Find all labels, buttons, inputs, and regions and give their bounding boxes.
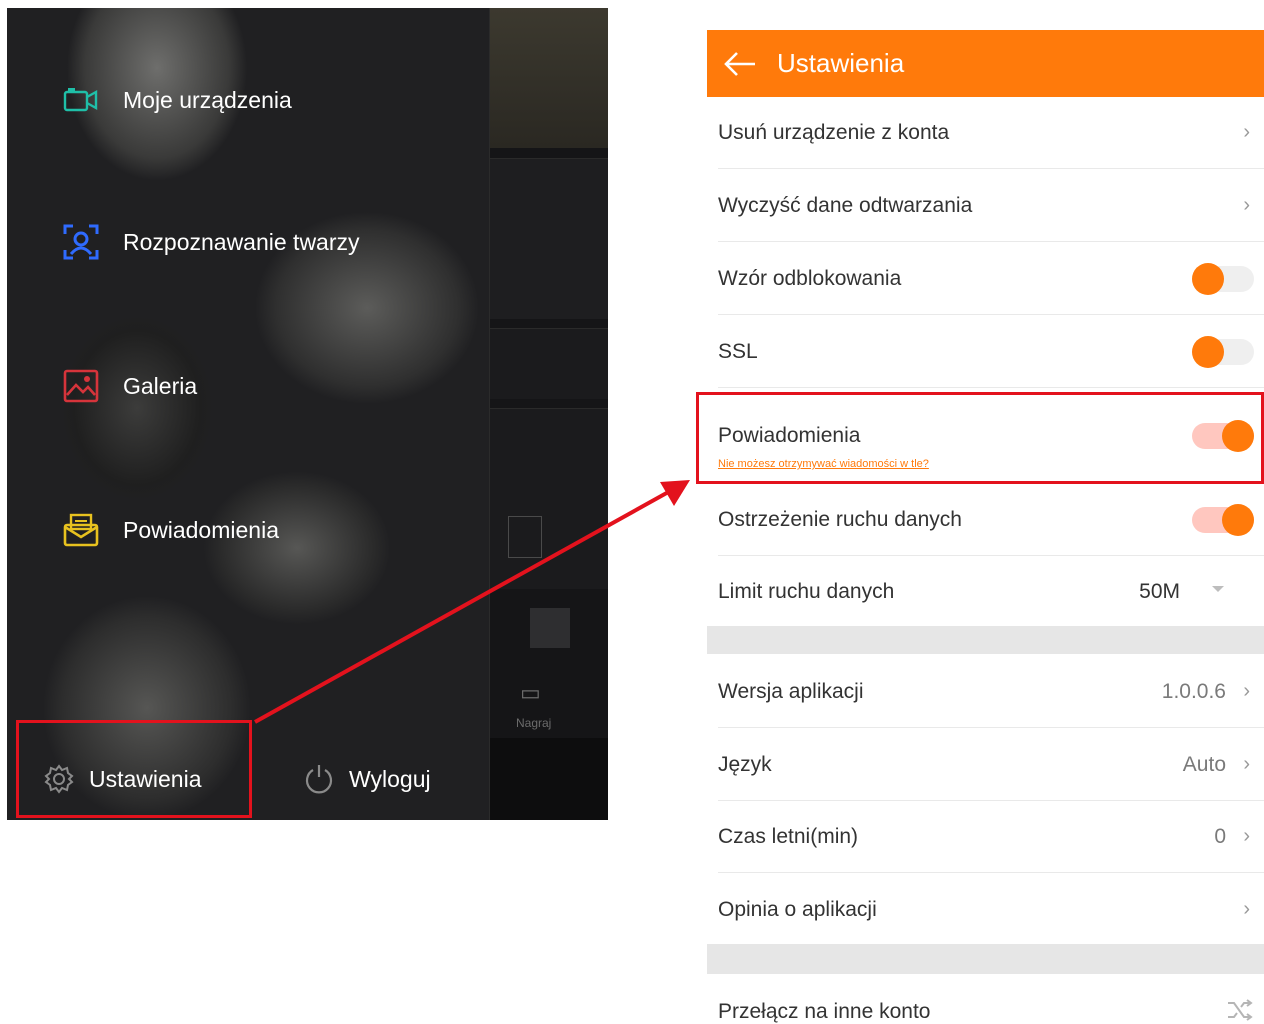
background-app-panel: ▭ Nagraj <box>489 8 608 820</box>
drawer-item-label: Rozpoznawanie twarzy <box>123 228 360 255</box>
record-icon: ▭ <box>520 680 541 705</box>
setting-row-unlock-pattern: Wzór odblokowania <box>718 243 1264 315</box>
navigation-drawer: ▭ Nagraj Moje urządzenia Rozpoznawanie t… <box>7 8 608 820</box>
settings-highlight-box <box>16 720 252 818</box>
data-limit-value: 50M <box>1139 580 1180 603</box>
setting-label: Wersja aplikacji <box>718 680 864 703</box>
drawer-item-gallery[interactable]: Galeria <box>63 368 197 404</box>
gallery-icon <box>63 368 99 404</box>
app-bar: Ustawienia <box>707 30 1264 97</box>
setting-row-language[interactable]: Język Auto › <box>718 729 1264 801</box>
chevron-right-icon: › <box>1243 121 1250 143</box>
page-title: Ustawienia <box>777 48 905 78</box>
drawer-item-notifications[interactable]: Powiadomienia <box>63 512 279 548</box>
camera-thumbnail <box>490 8 608 148</box>
chevron-right-icon: › <box>1243 194 1250 216</box>
ssl-toggle[interactable] <box>1192 336 1254 368</box>
app-version-value: 1.0.0.6 <box>1161 680 1226 703</box>
record-label: Nagraj <box>516 716 552 730</box>
unlock-pattern-toggle[interactable] <box>1192 263 1254 295</box>
section-divider <box>707 944 1264 974</box>
setting-label: Język <box>718 753 772 776</box>
drawer-item-my-devices[interactable]: Moje urządzenia <box>63 82 292 118</box>
bottom-bar <box>490 738 608 820</box>
drawer-item-label: Moje urządzenia <box>123 86 292 113</box>
section-divider <box>707 626 1264 654</box>
drawer-item-label: Powiadomienia <box>123 516 279 543</box>
power-icon <box>303 763 335 795</box>
back-arrow-icon[interactable] <box>723 49 757 79</box>
setting-label: Czas letni(min) <box>718 825 859 848</box>
setting-label: Opinia o aplikacji <box>718 898 877 921</box>
setting-row-clear-playback[interactable]: Wyczyść dane odtwarzania › <box>718 170 1264 242</box>
face-scan-icon <box>63 224 99 260</box>
camera-thumbnail <box>490 158 608 319</box>
chevron-right-icon: › <box>1243 753 1250 775</box>
setting-row-app-version[interactable]: Wersja aplikacji 1.0.0.6 › <box>718 656 1264 728</box>
shuffle-icon <box>1226 998 1254 1024</box>
setting-row-ssl: SSL <box>718 316 1264 388</box>
snapshot-icon <box>508 516 542 558</box>
camera-icon <box>63 82 99 118</box>
setting-label: Usuń urządzenie z konta <box>718 121 950 144</box>
setting-label: Przełącz na inne konto <box>718 1000 931 1023</box>
setting-row-switch-account[interactable]: Przełącz na inne konto <box>718 976 1264 1024</box>
envelope-icon <box>63 512 99 548</box>
language-value: Auto <box>1182 753 1226 776</box>
drawer-item-face-recognition[interactable]: Rozpoznawanie twarzy <box>63 224 360 260</box>
setting-label: Limit ruchu danych <box>718 580 895 603</box>
logout-label: Wyloguj <box>349 765 431 792</box>
chevron-right-icon: › <box>1243 825 1250 847</box>
placeholder-tile <box>530 608 570 648</box>
camera-thumbnail <box>490 328 608 399</box>
logout-button[interactable]: Wyloguj <box>303 738 431 820</box>
dropdown-arrow-icon <box>1212 586 1224 592</box>
chevron-right-icon: › <box>1243 680 1250 702</box>
notifications-highlight-box <box>696 392 1264 484</box>
setting-row-remove-device[interactable]: Usuń urządzenie z konta › <box>718 97 1264 169</box>
setting-row-data-limit[interactable]: Limit ruchu danych 50M <box>718 556 1264 628</box>
setting-label: Wyczyść dane odtwarzania <box>718 194 973 217</box>
data-traffic-warning-toggle[interactable] <box>1192 504 1254 536</box>
setting-label: Wzór odblokowania <box>718 267 902 290</box>
dst-value: 0 <box>1214 825 1226 848</box>
camera-thumbnail <box>490 408 608 589</box>
setting-label: SSL <box>718 340 758 363</box>
chevron-right-icon: › <box>1243 898 1250 920</box>
setting-row-data-traffic-warning: Ostrzeżenie ruchu danych <box>718 484 1264 556</box>
setting-row-dst[interactable]: Czas letni(min) 0 › <box>718 801 1264 873</box>
settings-screen: Ustawienia Usuń urządzenie z konta › Wyc… <box>707 30 1264 1024</box>
drawer-item-label: Galeria <box>123 372 198 399</box>
setting-label: Ostrzeżenie ruchu danych <box>718 508 962 531</box>
setting-row-app-feedback[interactable]: Opinia o aplikacji › <box>718 874 1264 946</box>
